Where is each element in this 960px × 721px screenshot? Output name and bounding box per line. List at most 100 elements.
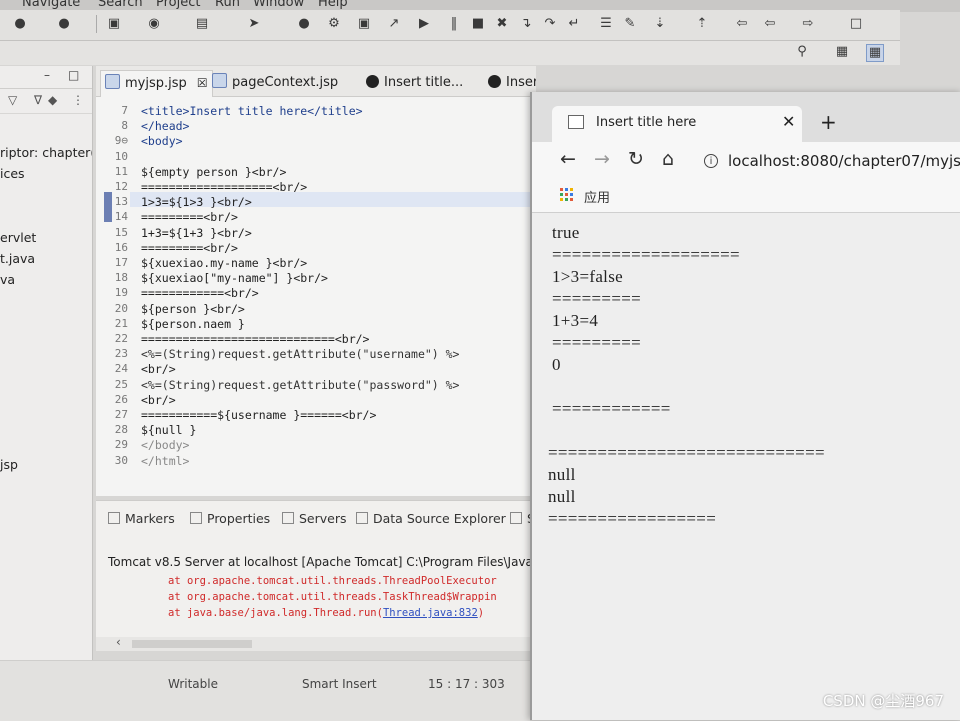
java-ee-perspective-icon[interactable]: ▦ [866,44,884,62]
suspend-icon[interactable]: ‖ [446,16,462,32]
step-over-icon[interactable]: ↷ [542,16,558,32]
tab-data-source-explorer[interactable]: Data Source Explorer [356,511,506,526]
code-line[interactable]: <br/> [141,393,176,407]
collapse-icon[interactable]: ▽ [8,93,17,107]
tree-item[interactable]: ices [0,166,25,181]
forward-arrow-icon[interactable]: → [594,148,610,170]
menu-help[interactable]: Help [318,0,348,10]
tree-item[interactable]: riptor: chapter( [0,145,92,160]
code-line[interactable]: ============<br/> [141,286,259,300]
prev-annotation-icon[interactable]: ⇡ [694,16,710,32]
filter-icon[interactable]: ∇ [34,93,42,107]
search-icon[interactable]: ● [12,16,28,32]
menu-window[interactable]: Window [253,0,304,10]
tree-item[interactable]: ervlet [0,230,36,245]
back-arrow-icon[interactable]: ← [560,148,576,170]
code-line[interactable]: ===========${username }======<br/> [141,408,376,422]
code-line[interactable]: <body> [141,134,183,148]
code-line[interactable]: =========<br/> [141,210,238,224]
tab-pagecontext[interactable]: pageContext.jsp [212,72,338,94]
code-line[interactable]: ${person.naem } [141,317,245,331]
code-line[interactable]: <title>Insert title here</title> [141,104,363,118]
reload-icon[interactable]: ↻ [628,148,644,170]
status-insert-mode: Smart Insert [302,677,377,691]
tree-item[interactable]: jsp [0,457,18,472]
code-line[interactable]: ===================<br/> [141,180,307,194]
link-icon[interactable]: ◆ [48,93,57,107]
code-line[interactable]: <%=(String)request.getAttribute("usernam… [141,347,460,361]
home-icon[interactable]: ⌂ [662,148,674,170]
menu-run[interactable]: Run [215,0,240,10]
open-type-icon[interactable]: ▣ [106,16,122,32]
site-info-icon[interactable]: i [704,154,718,168]
minimize-icon[interactable]: – [44,68,50,82]
close-icon[interactable]: ☒ [197,76,208,90]
code-line[interactable]: ${xuexiao.my-name }<br/> [141,256,307,270]
apps-bookmark[interactable]: 应用 [584,187,610,206]
code-line[interactable]: ${empty person }<br/> [141,165,286,179]
back-history-icon[interactable]: ⇦ [762,16,778,32]
console-icon[interactable]: ▣ [356,16,372,32]
code-line[interactable]: </body> [141,438,189,452]
close-tab-icon[interactable]: ✕ [782,112,795,131]
line-number: 19 [114,286,128,300]
step-return-icon[interactable]: ↵ [566,16,582,32]
menu-project[interactable]: Project [156,0,200,10]
server-icon[interactable]: ◉ [146,16,162,32]
menu-navigate[interactable]: Navigate [22,0,80,10]
code-area[interactable]: 7 <title>Insert title here</title> 8 </head… [96,104,536,496]
folder-icon[interactable]: ▤ [194,16,210,32]
code-line[interactable]: </head> [141,119,189,133]
code-line[interactable]: ${xuexiao["my-name"] }<br/> [141,271,328,285]
new-tab-icon[interactable]: + [820,110,837,134]
tree-item[interactable]: t.java [0,251,35,266]
next-annotation-icon[interactable]: ⇣ [652,16,668,32]
tab-servers[interactable]: Servers [282,511,347,526]
browser-tab[interactable]: Insert title here ✕ [552,106,802,142]
annotation-icon[interactable]: ✎ [622,16,638,32]
back-icon[interactable]: ⇦ [734,16,750,32]
pointer-icon[interactable]: ↗ [386,16,402,32]
code-line[interactable]: <%=(String)request.getAttribute("passwor… [141,378,460,392]
tab-insert-title[interactable]: Insert title... [366,72,463,94]
globe-icon[interactable]: ● [296,16,312,32]
search-dropdown-icon[interactable]: ● [56,16,72,32]
task-icon[interactable]: ☰ [598,16,614,32]
settings-icon[interactable]: ⚙ [326,16,342,32]
line-number: 17 [114,256,128,269]
menu-search[interactable]: Search [98,0,143,10]
resume-icon[interactable]: ▶ [416,16,432,32]
code-line[interactable]: </html> [141,454,189,468]
output-line: ========= [552,289,641,308]
code-line[interactable]: =========<br/> [141,241,238,255]
view-menu-icon[interactable]: ⋮ [72,93,84,107]
code-line[interactable]: ${person }<br/> [141,302,245,316]
code-line[interactable]: ============================<br/> [141,332,369,346]
maximize-icon[interactable]: □ [68,68,79,82]
stacktrace-link[interactable]: Thread.java:832 [383,607,478,619]
tab-markers[interactable]: Markers [108,511,175,526]
console-title: Tomcat v8.5 Server at localhost [Apache … [108,555,536,569]
step-into-icon[interactable]: ↴ [518,16,534,32]
tree-item[interactable]: va [0,272,15,287]
perspective-icon[interactable]: ▦ [834,44,850,60]
scroll-left-icon[interactable]: ‹ [116,635,121,649]
tab-insert[interactable]: Insert [488,72,536,94]
code-line[interactable]: 1+3=${1+3 }<br/> [141,226,252,240]
code-line[interactable]: ${null } [141,423,196,437]
horizontal-scrollbar[interactable]: ‹ [96,635,536,651]
disconnect-icon[interactable]: ✖ [494,16,510,32]
stop-icon[interactable]: ■ [470,16,486,32]
output-line: 1>3=false [552,267,623,286]
tab-properties[interactable]: Properties [190,511,270,526]
run-icon[interactable]: ➤ [246,16,262,32]
scrollbar-thumb[interactable] [132,640,252,648]
url-field[interactable]: localhost:8080/chapter07/myjsp.jsp [728,152,960,170]
code-line[interactable]: 1>3=${1>3 }<br/> [141,195,252,209]
tab-myjsp[interactable]: myjsp.jsp ☒ [100,70,213,97]
apps-grid-icon[interactable] [560,188,574,202]
code-line[interactable]: <br/> [141,362,176,376]
search-icon[interactable]: ⚲ [794,44,810,60]
forward-icon[interactable]: ⇨ [800,16,816,32]
new-window-icon[interactable]: □ [848,16,864,32]
